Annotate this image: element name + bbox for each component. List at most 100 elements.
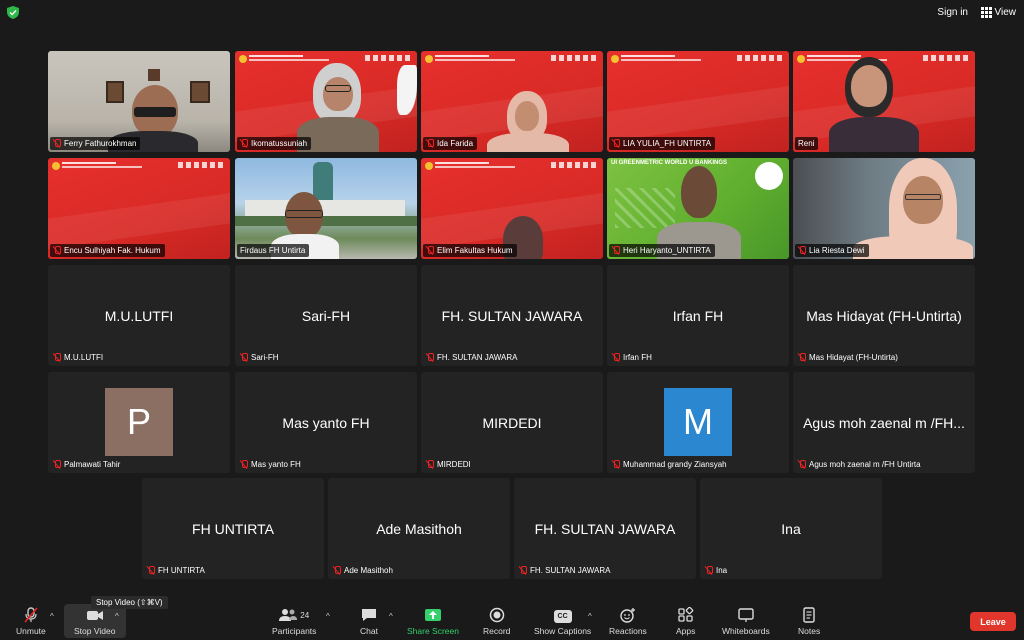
video-tile-active-speaker[interactable]: Reni [793,51,975,152]
mic-muted-icon [53,460,61,469]
name-tile[interactable]: Ina Ina [700,478,882,579]
mic-muted-icon [798,353,806,362]
chat-bubble-icon [362,609,376,621]
mic-muted-icon [426,246,434,255]
participant-label: Encu Sulhiyah Fak. Hukum [50,244,165,257]
captions-caret-icon[interactable]: ^ [588,612,592,621]
mic-muted-icon [53,246,61,255]
mic-muted-icon [53,353,61,362]
notes-button[interactable]: Notes [798,607,820,636]
stop-video-label: Stop Video [74,626,116,636]
name-tile[interactable]: FH. SULTAN JAWARA FH. SULTAN JAWARA [514,478,696,579]
participants-icon [279,609,298,621]
record-icon [489,607,504,623]
participants-button[interactable]: 24 Participants [272,607,316,636]
unmute-label: Unmute [16,626,46,636]
participant-label: Ida Farida [423,137,478,150]
mic-muted-icon [705,566,713,575]
video-tile[interactable]: UI GREENMETRIC WORLD U BANKINGS Heri Har… [607,158,789,259]
mic-muted-icon [426,139,434,148]
mic-muted-icon [24,607,38,623]
name-tile[interactable]: Mas Hidayat (FH-Untirta) Mas Hidayat (FH… [793,265,975,366]
notes-label: Notes [798,626,821,636]
security-shield-icon[interactable] [7,6,19,19]
mic-muted-icon [798,460,806,469]
apps-icon [678,607,693,622]
share-screen-icon [424,609,441,621]
name-tile[interactable]: FH UNTIRTA FH UNTIRTA [142,478,324,579]
video-tile[interactable]: LIA YULIA_FH UNTIRTA [607,51,789,152]
participant-label: Lia Riesta Dewi [795,244,869,257]
unmute-button[interactable]: Unmute [16,607,46,636]
name-tile[interactable]: P Palmawati Tahir [48,372,230,473]
avatar: P [105,388,173,456]
chat-caret-icon[interactable]: ^ [389,612,393,621]
smiley-plus-icon [620,608,635,623]
mic-muted-icon [612,353,620,362]
name-tile[interactable]: M.U.LUTFI M.U.LUTFI [48,265,230,366]
video-tile[interactable]: Ferry Fathurokhman [48,51,230,152]
mic-muted-icon [612,460,620,469]
whiteboards-label: Whiteboards [722,626,770,636]
participant-label: Heri Haryanto_UNTIRTA [609,244,715,257]
participant-label: Palmawati Tahir [50,458,124,471]
show-captions-label: Show Captions [534,626,592,636]
video-tile[interactable]: Encu Sulhiyah Fak. Hukum [48,158,230,259]
reactions-label: Reactions [609,626,647,636]
reactions-button[interactable]: Reactions [609,607,647,636]
apps-button[interactable]: Apps [676,607,695,636]
view-button[interactable]: View [980,7,1016,18]
participant-label: Mas Hidayat (FH-Untirta) [795,351,902,364]
name-tile[interactable]: Agus moh zaenal m /FH... Agus moh zaenal… [793,372,975,473]
whiteboard-icon [738,608,754,622]
mic-muted-icon [519,566,527,575]
name-tile[interactable]: Mas yanto FH Mas yanto FH [235,372,417,473]
name-tile[interactable]: MIRDEDI MIRDEDI [421,372,603,473]
video-tile[interactable]: Elim Fakultas Hukum [421,158,603,259]
name-tile[interactable]: Sari-FH Sari-FH [235,265,417,366]
mic-muted-icon [426,353,434,362]
apps-label: Apps [676,626,696,636]
participants-caret-icon[interactable]: ^ [326,612,330,621]
video-options-caret-icon[interactable]: ^ [115,612,119,621]
record-button[interactable]: Record [483,607,510,636]
name-tile[interactable]: Ade Masithoh Ade Masithoh [328,478,510,579]
participant-label: Irfan FH [609,351,656,364]
video-tile[interactable]: Ikomatussuniah [235,51,417,152]
participant-label: FH UNTIRTA [144,564,209,577]
video-tile[interactable]: Lia Riesta Dewi [793,158,975,259]
participant-label: Ikomatussuniah [237,137,312,150]
participant-label: LIA YULIA_FH UNTIRTA [609,137,716,150]
chat-button[interactable]: Chat [360,607,378,636]
mic-muted-icon [240,460,248,469]
mic-muted-icon [426,460,434,469]
video-tile[interactable]: Firdaus FH Untirta [235,158,417,259]
share-screen-button[interactable]: Share Screen [407,607,459,636]
participant-label: FH. SULTAN JAWARA [516,564,614,577]
mic-muted-icon [53,139,61,148]
leave-button[interactable]: Leave [970,612,1016,631]
participant-label: Ade Masithoh [330,564,397,577]
notes-icon [803,607,815,623]
mic-muted-icon [798,246,806,255]
show-captions-button[interactable]: CC Show Captions [534,608,591,636]
video-tile[interactable]: Ida Farida [421,51,603,152]
name-tile[interactable]: M Muhammad grandy Ziansyah [607,372,789,473]
participant-label: Sari-FH [237,351,283,364]
mic-muted-icon [333,566,341,575]
captions-icon: CC [553,610,572,623]
greenmetric-banner: UI GREENMETRIC WORLD U BANKINGS [611,160,727,166]
stop-video-button[interactable]: Stop Video [74,607,115,636]
whiteboards-button[interactable]: Whiteboards [722,607,770,636]
mic-muted-icon [612,139,620,148]
top-bar: Sign in View [0,0,1024,26]
sign-in-link[interactable]: Sign in [937,7,968,18]
mic-muted-icon [240,139,248,148]
participant-label: Agus moh zaenal m /FH Untirta [795,458,925,471]
name-tile[interactable]: Irfan FH Irfan FH [607,265,789,366]
mic-muted-icon [147,566,155,575]
audio-options-caret-icon[interactable]: ^ [50,612,54,621]
name-tile[interactable]: FH. SULTAN JAWARA FH. SULTAN JAWARA [421,265,603,366]
mic-muted-icon [240,353,248,362]
participant-label: Elim Fakultas Hukum [423,244,517,257]
